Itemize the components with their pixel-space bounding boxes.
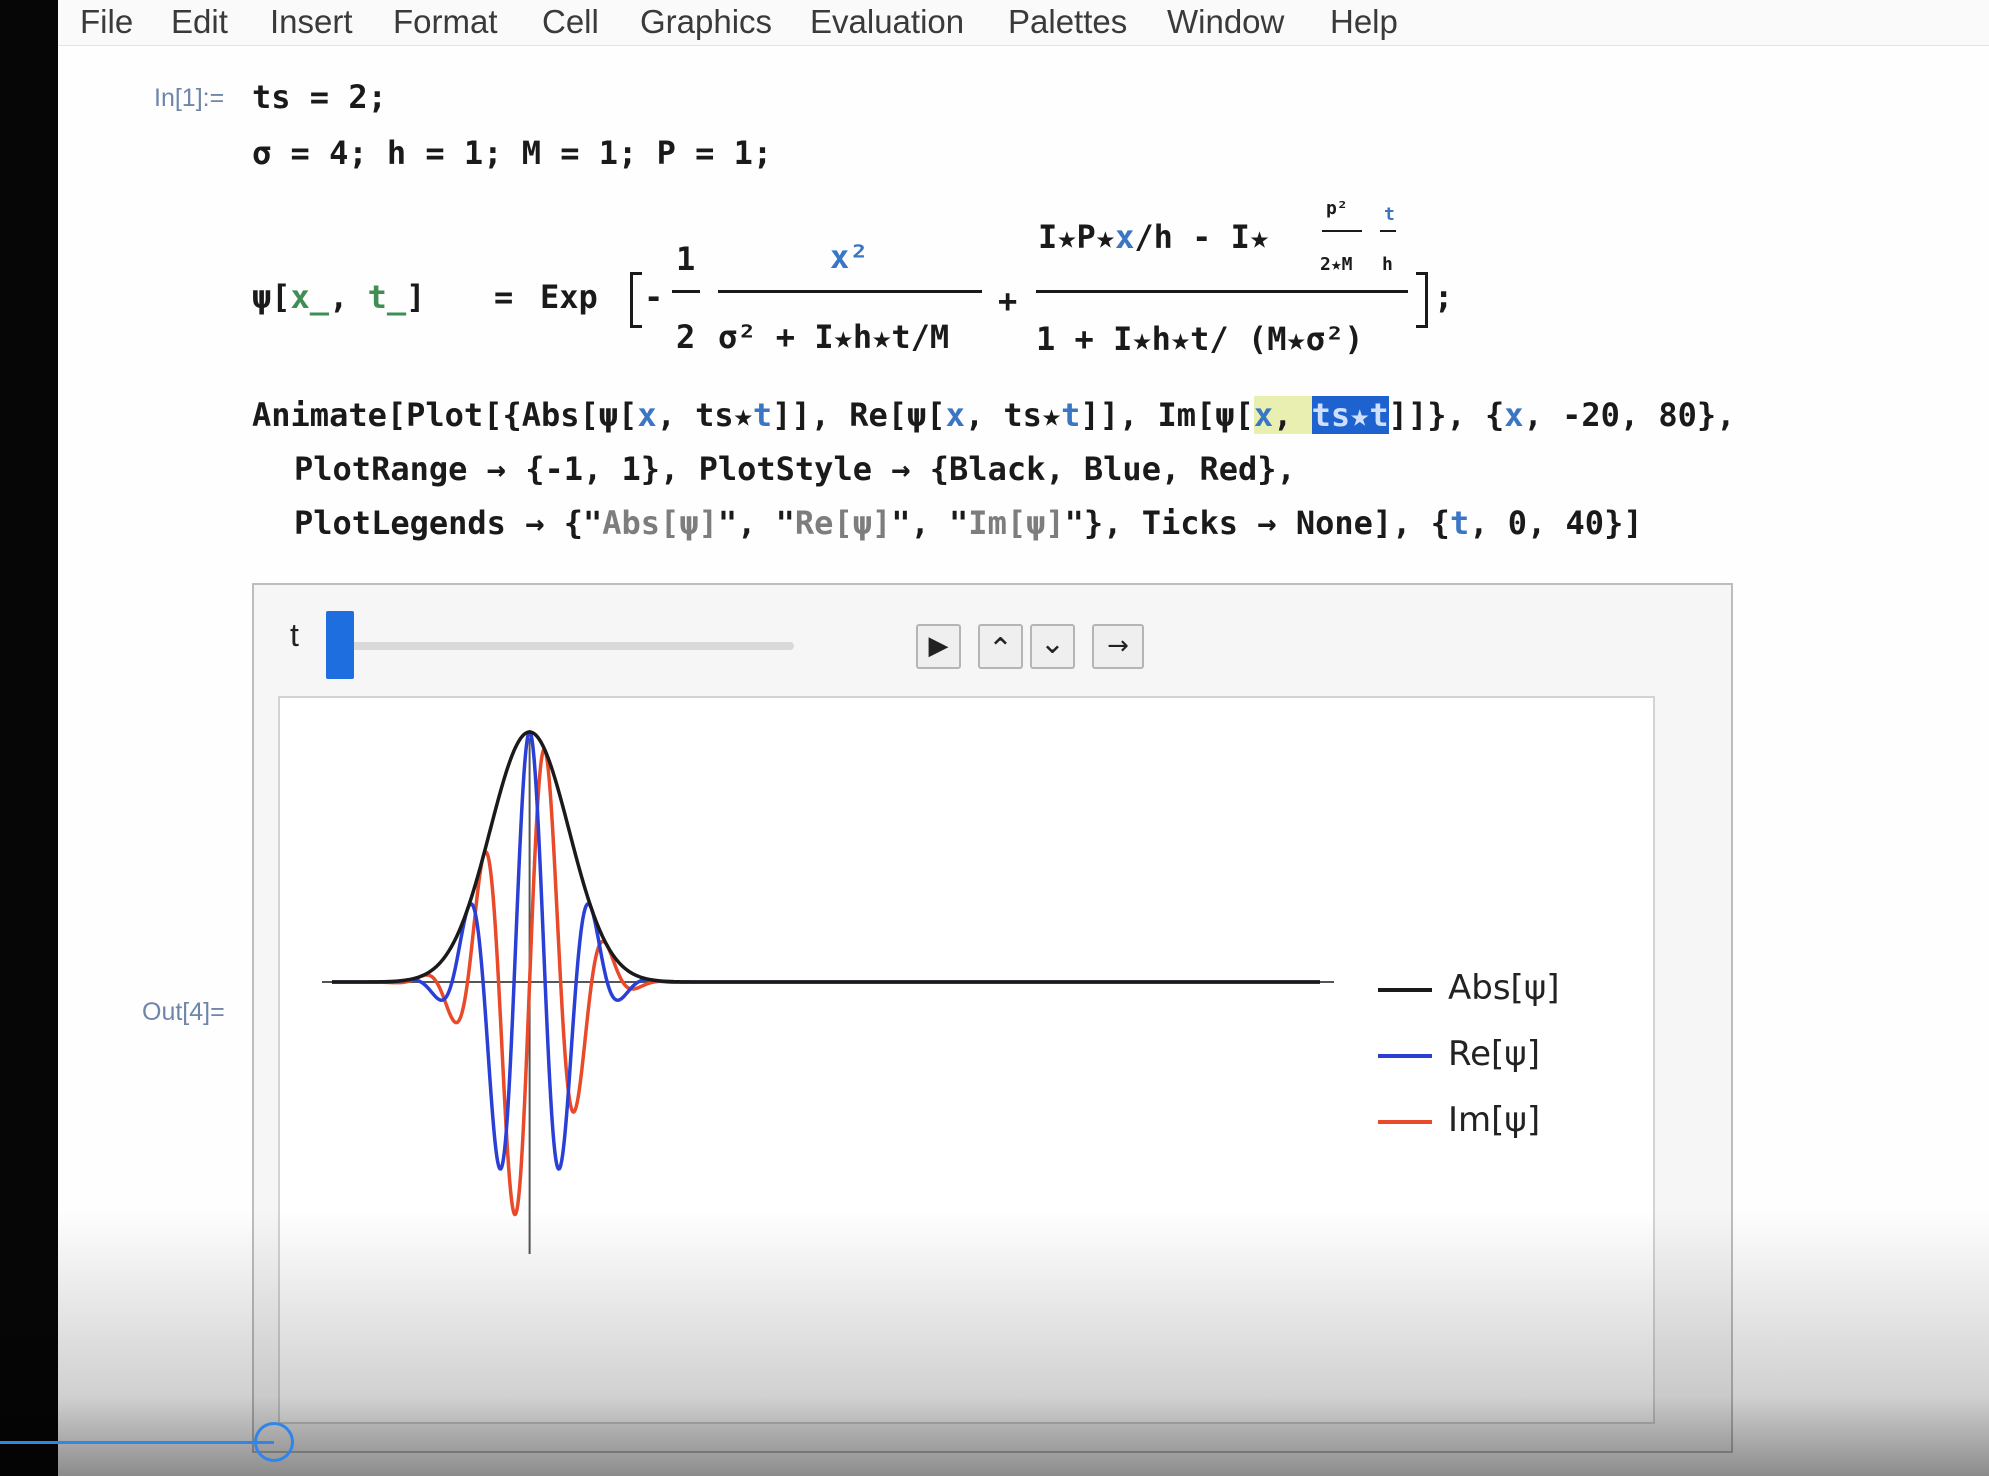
plus-sign: + xyxy=(998,282,1018,320)
menu-cell[interactable]: Cell xyxy=(542,3,599,41)
half-denominator: 2 xyxy=(676,318,696,356)
output-cell-label: Out[4]= xyxy=(142,998,225,1026)
minus-sign: - xyxy=(644,278,664,316)
p2-fraction-line xyxy=(1322,230,1362,232)
psi-lhs: ψ[x_, t_] xyxy=(252,278,426,316)
code-line-plotlegends[interactable]: PlotLegends → {"Abs[ψ]", "Re[ψ]", "Im[ψ]… xyxy=(294,504,1643,542)
plot-area: Abs[ψ] Re[ψ] Im[ψ] xyxy=(278,696,1655,1424)
fraction1-numerator: x² xyxy=(830,238,869,276)
menu-bar: File Edit Insert Format Cell Graphics Ev… xyxy=(58,0,1989,46)
t-over-h-numerator: t xyxy=(1384,204,1395,225)
open-bracket xyxy=(630,272,642,328)
series-line-re xyxy=(332,729,1320,1171)
t-over-h-denominator: h xyxy=(1382,254,1393,275)
left-screen-edge xyxy=(0,0,58,1476)
menu-file[interactable]: File xyxy=(80,3,133,41)
half-fraction-line xyxy=(672,290,700,293)
equals-sign: = xyxy=(494,278,514,316)
menu-edit[interactable]: Edit xyxy=(171,3,228,41)
animator-variable-label: t xyxy=(290,617,299,653)
menu-graphics[interactable]: Graphics xyxy=(640,3,772,41)
close-bracket xyxy=(1416,272,1428,328)
menu-help[interactable]: Help xyxy=(1330,3,1398,41)
direction-button[interactable]: → xyxy=(1092,624,1144,669)
fraction2-denominator: 1 + I★h★t/ (M★σ²) xyxy=(1036,320,1364,358)
fraction2-line xyxy=(1036,290,1408,293)
faster-button[interactable]: ⌃ xyxy=(978,624,1023,669)
legend-label-im: Im[ψ] xyxy=(1448,1100,1541,1140)
mathematica-notebook-window: File Edit Insert Format Cell Graphics Ev… xyxy=(58,0,1989,1476)
fraction2-numerator: I★P★x/h - I★ xyxy=(1038,218,1270,256)
legend-label-abs: Abs[ψ] xyxy=(1448,968,1560,1008)
animate-output-panel: t ▶ ⌃ ⌄ → Abs[ψ] Re[ψ] Im[ψ] xyxy=(252,583,1733,1453)
semicolon: ; xyxy=(1434,278,1454,316)
play-button[interactable]: ▶ xyxy=(916,624,961,669)
two-m: 2★M xyxy=(1320,254,1353,275)
menu-format[interactable]: Format xyxy=(393,3,498,41)
half-numerator: 1 xyxy=(676,240,696,278)
animation-slider-thumb[interactable] xyxy=(326,611,354,679)
video-progress-handle[interactable] xyxy=(254,1422,294,1462)
fraction1-denominator: σ² + I★h★t/M xyxy=(718,318,950,356)
input-cell-label: In[1]:= xyxy=(154,84,225,112)
animation-slider-track[interactable] xyxy=(334,642,794,650)
selected-text[interactable]: ts★t xyxy=(1311,396,1389,434)
code-line-plotrange[interactable]: PlotRange → {-1, 1}, PlotStyle → {Black,… xyxy=(294,450,1296,488)
code-line-params[interactable]: σ = 4; h = 1; M = 1; P = 1; xyxy=(252,134,772,172)
faster-icon: ⌃ xyxy=(987,632,1014,667)
legend-label-re: Re[ψ] xyxy=(1448,1034,1540,1074)
legend-swatches xyxy=(1378,988,1432,1124)
slower-button[interactable]: ⌄ xyxy=(1030,624,1075,669)
t-over-h-line xyxy=(1380,230,1396,232)
code-line-animate[interactable]: Animate[Plot[{Abs[ψ[x, ts★t]], Re[ψ[x, t… xyxy=(252,396,1735,434)
exp-function: Exp xyxy=(540,278,598,316)
direction-arrow-icon: → xyxy=(1107,631,1129,661)
code-line-ts[interactable]: ts = 2; xyxy=(252,78,387,116)
menu-evaluation[interactable]: Evaluation xyxy=(810,3,964,41)
play-icon: ▶ xyxy=(928,631,949,661)
fraction1-line xyxy=(718,290,982,293)
p-squared: p² xyxy=(1326,198,1348,219)
video-progress-bar[interactable] xyxy=(0,1441,274,1444)
menu-palettes[interactable]: Palettes xyxy=(1008,3,1127,41)
menu-window[interactable]: Window xyxy=(1167,3,1284,41)
slower-icon: ⌄ xyxy=(1039,626,1066,661)
menu-insert[interactable]: Insert xyxy=(270,3,353,41)
